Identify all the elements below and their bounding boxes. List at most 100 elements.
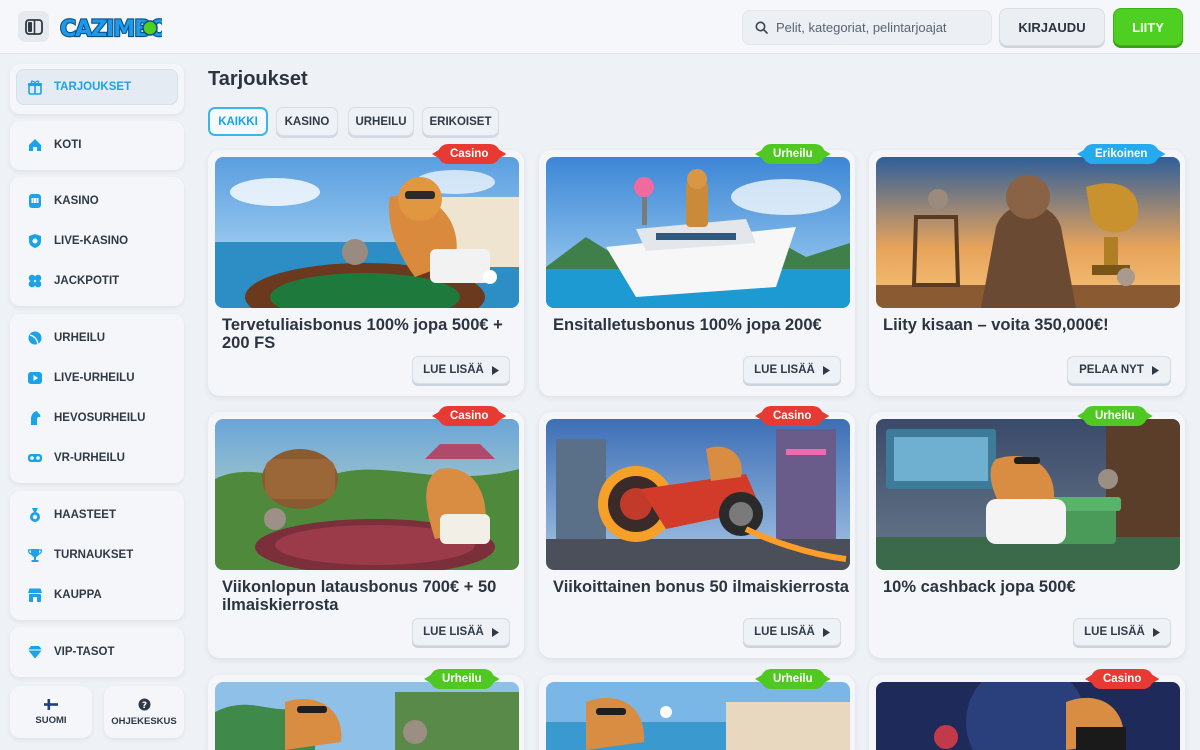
language-label: SUOMI	[35, 714, 67, 726]
medal-icon	[26, 506, 44, 524]
promo-image	[876, 157, 1180, 308]
promo-card[interactable]: Erikoinen Liity kisaan – voita 350,000€!…	[869, 144, 1185, 396]
svg-text:?: ?	[141, 701, 146, 711]
play-arrow-icon	[491, 365, 499, 375]
category-tag: Urheilu	[761, 144, 825, 164]
category-tag: Casino	[761, 406, 824, 426]
button-label: LUE LISÄÄ	[754, 364, 815, 376]
sidebar-group-vip: VIP-TASOT	[10, 627, 184, 677]
sidebar-group-offers: TARJOUKSET	[10, 64, 184, 114]
sidebar-item-casino[interactable]: KASINO	[16, 183, 178, 219]
category-tag: Urheilu	[1083, 406, 1147, 426]
play-arrow-icon	[1151, 365, 1159, 375]
sidebar-item-tournaments[interactable]: TURNAUKSET	[16, 537, 178, 573]
sidebar-item-live-casino[interactable]: LIVE-KASINO	[16, 223, 178, 259]
sidebar-group-casino: KASINO LIVE-KASINO JACKPOTIT	[10, 177, 184, 306]
read-more-button[interactable]: LUE LISÄÄ	[412, 356, 510, 384]
category-tag: Urheilu	[430, 669, 494, 689]
category-tag: Casino	[438, 406, 501, 426]
top-bar: CAZIMBO KIRJAUDU LIITY	[0, 0, 1200, 54]
promo-card[interactable]: Casino Viikonlopun latausbonus 700€ + 50…	[208, 406, 524, 658]
promo-title: Ensitalletusbonus 100% jopa 200€	[553, 316, 822, 334]
sidebar-item-label: HAASTEET	[54, 509, 116, 521]
promo-card[interactable]: Casino Viikoittainen bonus 50 ilmaiskier…	[539, 406, 855, 658]
tab-casino[interactable]: KASINO	[276, 107, 338, 136]
promo-card[interactable]: Urheilu	[539, 669, 855, 750]
diamond-icon	[26, 643, 44, 661]
sidebar-item-label: LIVE-URHEILU	[54, 372, 135, 384]
sidebar-item-home[interactable]: KOTI	[16, 127, 178, 163]
trophy-icon	[26, 546, 44, 564]
tab-specials[interactable]: ERIKOISET	[422, 107, 499, 136]
promo-card[interactable]: Casino Tervetuliaisbonus 100% jopa 500€ …	[208, 144, 524, 396]
search-box[interactable]	[742, 10, 992, 45]
sidebar-item-vr-sports[interactable]: VR-URHEILU	[16, 440, 178, 476]
promo-image	[215, 682, 519, 750]
promo-image	[546, 419, 850, 570]
sidebar-item-live-sports[interactable]: LIVE-URHEILU	[16, 360, 178, 396]
play-screen-icon	[26, 369, 44, 387]
join-button[interactable]: LIITY	[1113, 8, 1183, 46]
sidebar-toggle-icon	[24, 18, 43, 35]
help-center-button[interactable]: ? OHJEKESKUS	[104, 686, 184, 738]
search-icon	[755, 21, 768, 34]
category-tag: Casino	[1091, 669, 1154, 689]
promo-image	[215, 157, 519, 308]
sidebar-item-shop[interactable]: KAUPPA	[16, 577, 178, 613]
sidebar-item-vip[interactable]: VIP-TASOT	[16, 634, 178, 670]
promo-image	[876, 419, 1180, 570]
promo-card[interactable]: Urheilu 10% cashback jopa 500€ LUE LISÄÄ	[869, 406, 1185, 658]
slot-machine-icon	[26, 192, 44, 210]
sidebar-item-label: VR-URHEILU	[54, 452, 125, 464]
sidebar-item-jackpots[interactable]: JACKPOTIT	[16, 263, 178, 299]
play-arrow-icon	[1152, 627, 1160, 637]
button-label: LUE LISÄÄ	[1084, 626, 1145, 638]
sidebar-item-sports[interactable]: URHEILU	[16, 320, 178, 356]
promo-card[interactable]: Urheilu Ensitalletusbonus 100% jopa 200€…	[539, 144, 855, 396]
clover-icon	[26, 272, 44, 290]
play-now-button[interactable]: PELAA NYT	[1067, 356, 1171, 384]
help-center-label: OHJEKESKUS	[111, 715, 177, 727]
sidebar-item-label: JACKPOTIT	[54, 275, 120, 287]
read-more-button[interactable]: LUE LISÄÄ	[412, 618, 510, 646]
sidebar-item-label: KAUPPA	[54, 589, 102, 601]
sidebar-item-challenges[interactable]: HAASTEET	[16, 497, 178, 533]
play-arrow-icon	[822, 365, 830, 375]
login-button[interactable]: KIRJAUDU	[999, 8, 1105, 46]
category-tag: Erikoinen	[1083, 144, 1160, 164]
button-label: LUE LISÄÄ	[423, 626, 484, 638]
tab-sports[interactable]: URHEILU	[348, 107, 414, 136]
read-more-button[interactable]: LUE LISÄÄ	[743, 356, 841, 384]
promo-title: 10% cashback jopa 500€	[883, 578, 1076, 596]
help-icon: ?	[138, 698, 150, 711]
sidebar-toggle-button[interactable]	[18, 11, 49, 42]
play-arrow-icon	[491, 627, 499, 637]
cazimbo-logo[interactable]: CAZIMBO	[58, 9, 170, 45]
sidebar-item-horse-racing[interactable]: HEVOSURHEILU	[16, 400, 178, 436]
sidebar-item-offers[interactable]: TARJOUKSET	[16, 69, 178, 105]
category-tag: Casino	[438, 144, 501, 164]
promo-card[interactable]: Casino	[869, 669, 1185, 750]
gift-icon	[26, 78, 44, 96]
promo-title: Viikoittainen bonus 50 ilmaiskierrosta	[553, 578, 849, 596]
sidebar-item-label: URHEILU	[54, 332, 106, 344]
tab-all[interactable]: KAIKKI	[208, 107, 268, 136]
read-more-button[interactable]: LUE LISÄÄ	[1073, 618, 1171, 646]
finland-flag-icon	[44, 698, 58, 710]
promo-image	[546, 682, 850, 750]
sidebar-item-label: HEVOSURHEILU	[54, 412, 146, 424]
language-button[interactable]: SUOMI	[10, 686, 92, 738]
read-more-button[interactable]: LUE LISÄÄ	[743, 618, 841, 646]
sidebar-item-label: KOTI	[54, 139, 82, 151]
button-label: LUE LISÄÄ	[423, 364, 484, 376]
sidebar-group-extras: HAASTEET TURNAUKSET KAUPPA	[10, 491, 184, 620]
search-input[interactable]	[776, 20, 986, 35]
sidebar-group-sports: URHEILU LIVE-URHEILU HEVOSURHEILU VR-URH…	[10, 314, 184, 483]
promo-image	[876, 682, 1180, 750]
sidebar-item-label: TURNAUKSET	[54, 549, 134, 561]
promo-image	[546, 157, 850, 308]
button-label: LUE LISÄÄ	[754, 626, 815, 638]
page-title: Tarjoukset	[208, 68, 308, 90]
promo-card[interactable]: Urheilu	[208, 669, 524, 750]
category-tag: Urheilu	[761, 669, 825, 689]
